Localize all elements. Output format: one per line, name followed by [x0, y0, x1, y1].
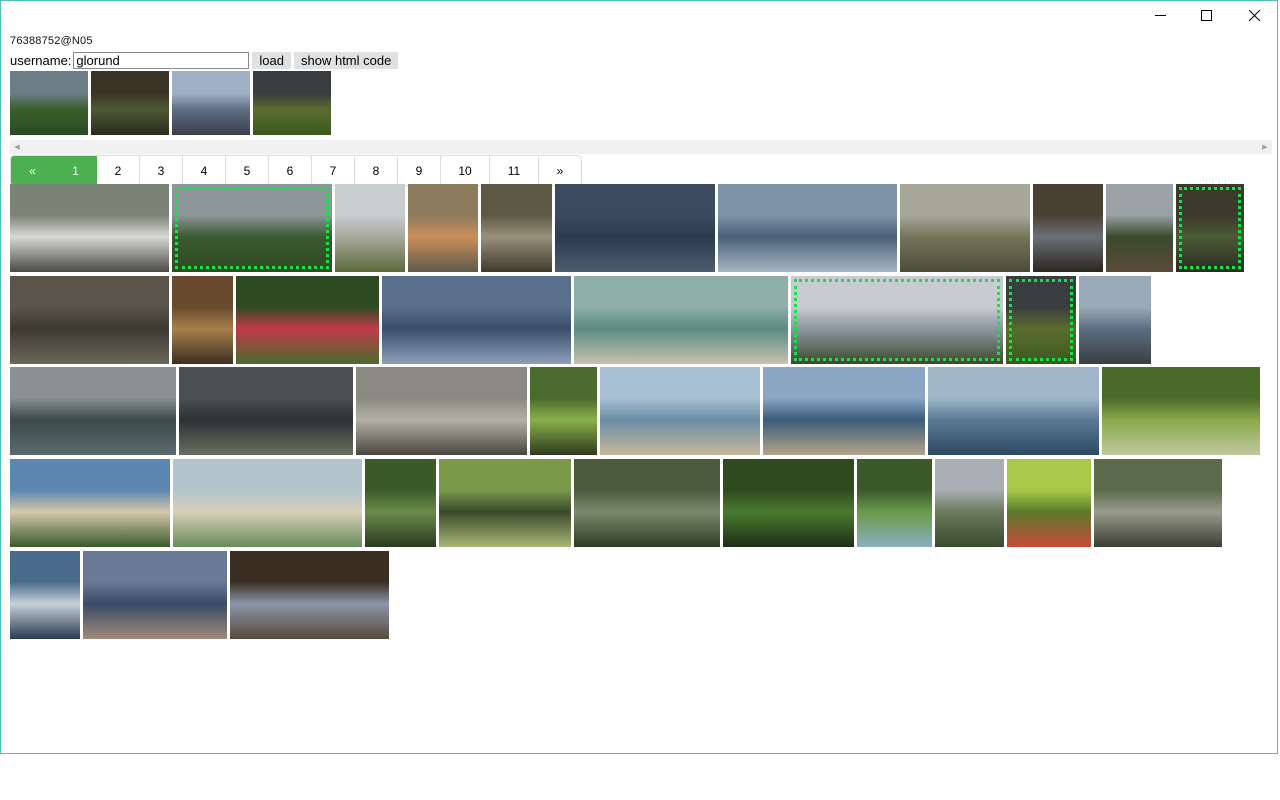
gallery-photo[interactable]	[718, 184, 897, 272]
gallery-photo[interactable]	[900, 184, 1030, 272]
gallery-photo[interactable]	[172, 276, 233, 364]
maximize-icon	[1200, 9, 1212, 21]
pagination-page-5[interactable]: 5	[226, 156, 269, 185]
gallery-photo[interactable]	[600, 367, 760, 455]
pagination-page-4[interactable]: 4	[183, 156, 226, 185]
gallery-photo[interactable]	[530, 367, 597, 455]
selected-photo-thumbnail[interactable]	[10, 71, 88, 135]
username-controls: username: load show html code	[10, 51, 401, 70]
gallery-photo[interactable]	[10, 276, 169, 364]
username-input[interactable]	[73, 52, 250, 69]
pagination-page-1[interactable]: 1	[55, 156, 97, 185]
pagination-page-10[interactable]: 10	[441, 156, 490, 185]
gallery-photo[interactable]	[1102, 367, 1260, 455]
maximize-button[interactable]	[1183, 1, 1229, 29]
gallery-photo[interactable]	[928, 367, 1099, 455]
gallery-row	[10, 551, 389, 639]
gallery-row	[10, 276, 1151, 364]
app-window: 76388752@N05 username: load show html co…	[0, 0, 1278, 754]
gallery-photo-selected[interactable]	[172, 184, 332, 272]
pagination-next-button[interactable]: »	[539, 156, 581, 185]
minimize-button[interactable]	[1137, 1, 1183, 29]
pagination-page-9[interactable]: 9	[398, 156, 441, 185]
gallery-photo[interactable]	[1079, 276, 1151, 364]
gallery-photo[interactable]	[10, 551, 80, 639]
gallery-photo[interactable]	[10, 367, 176, 455]
gallery-photo[interactable]	[179, 367, 353, 455]
gallery-photo[interactable]	[173, 459, 362, 547]
gallery-photo[interactable]	[335, 184, 405, 272]
username-label: username:	[10, 53, 72, 68]
gallery-photo[interactable]	[1106, 184, 1173, 272]
gallery-photo[interactable]	[83, 551, 227, 639]
user-id-text: 76388752@N05	[10, 35, 93, 47]
gallery-photo[interactable]	[365, 459, 436, 547]
gallery-photo[interactable]	[439, 459, 571, 547]
gallery-photo[interactable]	[481, 184, 552, 272]
scroll-left-icon[interactable]: ◀	[10, 140, 24, 154]
close-button[interactable]	[1231, 1, 1277, 29]
pagination-page-2[interactable]: 2	[97, 156, 140, 185]
gallery-photo[interactable]	[1033, 184, 1103, 272]
gallery-photo[interactable]	[723, 459, 854, 547]
pagination-page-3[interactable]: 3	[140, 156, 183, 185]
gallery-photo-selected[interactable]	[1176, 184, 1244, 272]
gallery-photo[interactable]	[1007, 459, 1091, 547]
pagination: «1 2 3 4 5 6 7 8 9 10 11»	[10, 155, 582, 186]
show-html-code-button[interactable]: show html code	[294, 52, 399, 69]
close-icon	[1248, 9, 1260, 21]
selected-photo-thumbnail[interactable]	[172, 71, 250, 135]
gallery-photo-selected[interactable]	[791, 276, 1003, 364]
horizontal-scrollbar[interactable]: ◀ ▶	[10, 140, 1272, 154]
gallery-photo[interactable]	[763, 367, 925, 455]
load-button[interactable]: load	[252, 52, 291, 69]
gallery-row	[10, 459, 1222, 547]
gallery-photo[interactable]	[857, 459, 932, 547]
pagination-page-8[interactable]: 8	[355, 156, 398, 185]
gallery-photo[interactable]	[236, 276, 379, 364]
gallery-photo-selected[interactable]	[1006, 276, 1076, 364]
gallery-photo[interactable]	[382, 276, 571, 364]
pagination-prev-button[interactable]: «	[11, 156, 55, 185]
selected-photos-strip	[10, 71, 331, 135]
gallery-photo[interactable]	[408, 184, 478, 272]
gallery-photo[interactable]	[555, 184, 715, 272]
gallery-photo[interactable]	[1094, 459, 1222, 547]
gallery-photo[interactable]	[574, 276, 788, 364]
gallery-photo[interactable]	[10, 459, 170, 547]
minimize-icon	[1154, 14, 1166, 16]
pagination-page-6[interactable]: 6	[269, 156, 312, 185]
gallery-photo[interactable]	[230, 551, 389, 639]
scroll-right-icon[interactable]: ▶	[1258, 140, 1272, 154]
gallery-photo[interactable]	[10, 184, 169, 272]
pagination-page-11[interactable]: 11	[490, 156, 539, 185]
gallery-photo[interactable]	[574, 459, 720, 547]
selected-photo-thumbnail[interactable]	[253, 71, 331, 135]
gallery-photo[interactable]	[935, 459, 1004, 547]
title-bar	[1, 1, 1277, 31]
gallery-row	[10, 184, 1244, 272]
pagination-page-7[interactable]: 7	[312, 156, 355, 185]
gallery-photo[interactable]	[356, 367, 527, 455]
gallery-row	[10, 367, 1260, 455]
selected-photo-thumbnail[interactable]	[91, 71, 169, 135]
